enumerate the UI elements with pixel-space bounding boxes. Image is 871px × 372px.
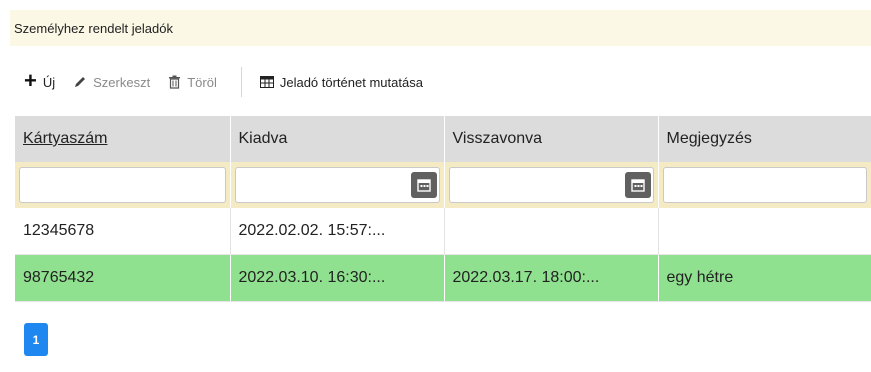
cell-issued: 2022.02.02. 15:57:... bbox=[230, 208, 445, 255]
card-number-filter-input[interactable] bbox=[19, 167, 226, 203]
history-button[interactable]: Jeladó történet mutatása bbox=[259, 74, 423, 90]
panel-header: Személyhez rendelt jeladók bbox=[10, 10, 871, 46]
column-header-note[interactable]: Megjegyzés bbox=[658, 116, 871, 162]
column-header-card-number[interactable]: Kártyaszám bbox=[15, 116, 231, 162]
column-header-revoked[interactable]: Visszavonva bbox=[444, 116, 659, 162]
cell-revoked bbox=[444, 208, 659, 255]
column-header-issued[interactable]: Kiadva bbox=[230, 116, 445, 162]
cell-revoked: 2022.03.17. 18:00:... bbox=[444, 254, 659, 302]
pager-page-button[interactable]: 1 bbox=[24, 323, 48, 356]
toolbar-separator bbox=[240, 67, 242, 97]
history-button-label: Jeladó történet mutatása bbox=[279, 74, 423, 90]
cell-card-number: 98765432 bbox=[15, 254, 231, 302]
panel-title: Személyhez rendelt jeladók bbox=[14, 20, 173, 36]
cell-card-number: 12345678 bbox=[15, 208, 231, 255]
filter-cell bbox=[230, 162, 445, 208]
revoked-filter-input[interactable] bbox=[448, 167, 654, 203]
edit-button-label: Szerkeszt bbox=[93, 74, 151, 90]
calendar-button[interactable] bbox=[624, 172, 651, 198]
note-filter-input[interactable] bbox=[662, 167, 867, 203]
column-header-label: Kiadva bbox=[238, 130, 288, 147]
data-grid: Kártyaszám Kiadva Visszavonva Megjegyzés bbox=[15, 116, 871, 302]
filter-cell bbox=[15, 162, 231, 208]
issued-filter-input[interactable] bbox=[234, 167, 440, 203]
column-header-label: Megjegyzés bbox=[666, 130, 752, 147]
filter-cell bbox=[658, 162, 871, 208]
cell-note: egy hétre bbox=[658, 254, 871, 302]
calendar-button[interactable] bbox=[410, 172, 437, 198]
pencil-icon bbox=[73, 75, 87, 89]
table-icon bbox=[259, 76, 274, 88]
table-row-selected[interactable]: 98765432 2022.03.10. 16:30:... 2022.03.1… bbox=[15, 254, 871, 302]
delete-button-label: Töröl bbox=[187, 74, 217, 90]
table-row[interactable]: 12345678 2022.02.02. 15:57:... bbox=[15, 208, 871, 255]
column-header-label[interactable]: Kártyaszám bbox=[23, 130, 107, 147]
new-button[interactable]: + Új bbox=[24, 68, 56, 93]
plus-icon: + bbox=[24, 68, 37, 93]
delete-button[interactable]: Töröl bbox=[168, 75, 217, 90]
filter-cell bbox=[444, 162, 659, 208]
column-header-label: Visszavonva bbox=[452, 130, 543, 147]
edit-button[interactable]: Szerkeszt bbox=[73, 75, 150, 90]
cell-note bbox=[658, 208, 871, 255]
toolbar: + Új Szerkeszt Töröl Jeladó történet mut… bbox=[10, 55, 871, 109]
new-button-label: Új bbox=[42, 74, 56, 90]
filter-row bbox=[15, 162, 871, 208]
cell-issued: 2022.03.10. 16:30:... bbox=[230, 254, 445, 302]
calendar-icon bbox=[630, 179, 645, 192]
calendar-icon bbox=[416, 179, 431, 192]
trash-icon bbox=[168, 75, 181, 89]
